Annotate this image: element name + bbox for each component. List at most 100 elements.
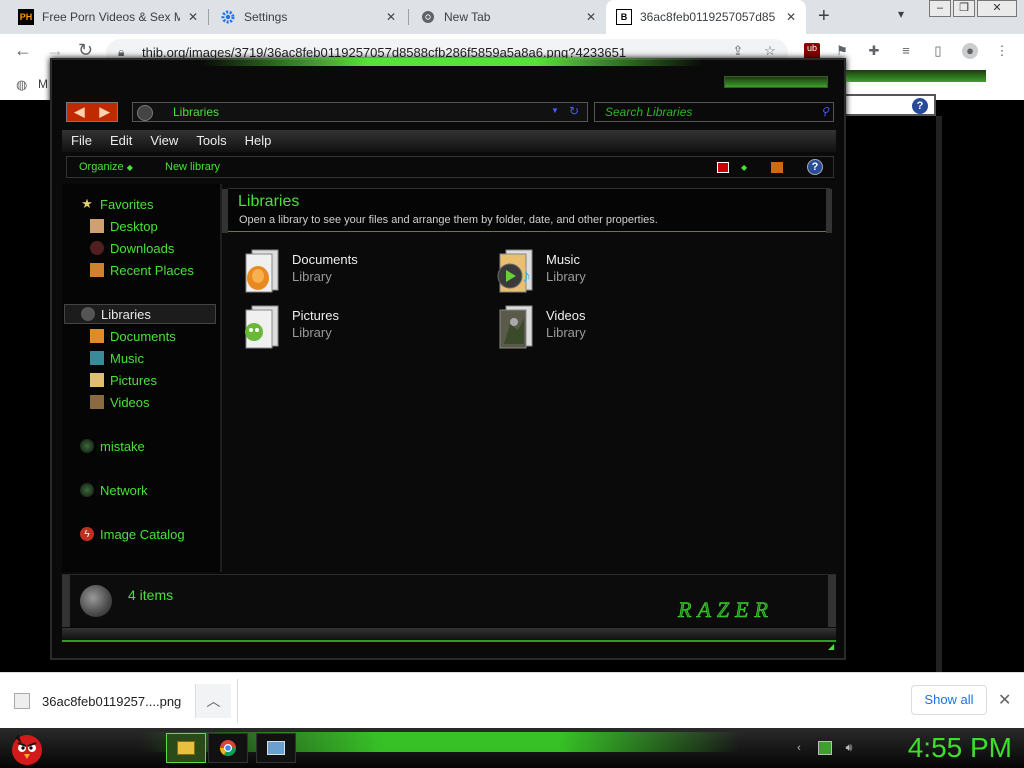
menu-kebab-icon[interactable]: ⋮ [994,43,1010,59]
download-bar: 36ac8feb0119257....png ︿ Show all ✕ [0,672,1024,728]
tab-0[interactable]: PH Free Porn Videos & Sex M ✕ [8,0,208,34]
menu-view[interactable]: View [141,130,187,152]
back-icon[interactable]: ← [14,40,32,61]
menu-edit[interactable]: Edit [101,130,141,152]
organize-button[interactable]: Organize ◆ [79,161,133,173]
menu-tools[interactable]: Tools [187,130,235,152]
bookmark-item[interactable]: M [38,77,48,91]
angry-bird-start-icon[interactable] [8,730,46,766]
share-icon[interactable]: ⇪ [730,43,746,59]
nav-network[interactable]: Network [80,480,148,500]
ublock-icon[interactable]: ub [804,43,820,59]
close-icon[interactable]: ✕ [386,10,396,24]
view-menu-diamond-icon[interactable]: ◆ [741,163,747,172]
tab-title: New Tab [444,10,491,24]
new-tab-icon[interactable]: + [818,5,830,28]
library-name: Pictures [292,308,339,323]
nav-label: Music [110,350,144,366]
close-icon[interactable]: ✕ [188,10,198,24]
status-bar [62,628,836,642]
nav-label: Videos [110,394,150,410]
dropdown-arrow-icon[interactable]: ▼ [551,106,559,115]
window-controls[interactable] [724,76,828,88]
minimize-icon[interactable]: – [929,0,951,17]
view-icon[interactable] [717,162,729,173]
restore-icon[interactable]: ❐ [953,0,975,17]
tray-chevron-icon[interactable]: ‹ [792,741,806,755]
tab-3-active[interactable]: B 36ac8feb0119257057d85 ✕ [606,0,806,34]
pictures-library-icon [245,305,279,349]
razer-logo: RAZER [677,597,769,623]
tab-title: 36ac8feb0119257057d85 [640,10,776,24]
puzzle-icon[interactable]: ✚ [866,43,882,59]
search-input[interactable]: Search Libraries ⚲ [594,102,834,122]
volume-icon[interactable]: 🔊︎ [842,741,856,755]
libraries-header: Libraries Open a library to see your fil… [222,188,832,233]
window-icon [267,741,285,755]
bookmark-star-icon[interactable]: ☆ [762,43,778,59]
search-icon[interactable]: ⚲ [821,105,829,118]
sidepanel-icon[interactable]: ▯ [930,43,946,59]
nav-label: Network [100,482,148,498]
media-icon[interactable]: ≡ [898,43,914,59]
clock[interactable]: 4:55 PM [872,730,1012,766]
library-music[interactable]: ♪ Music Library [496,248,696,298]
show-all-button[interactable]: Show all [911,685,987,715]
documents-icon [90,329,104,343]
nav-documents[interactable]: Documents [90,326,176,346]
library-videos[interactable]: Videos Library [496,304,696,354]
forward-arrow-icon[interactable]: ▶ [92,103,117,121]
library-name: Music [546,252,580,267]
close-icon[interactable]: ✕ [786,10,796,24]
nav-favorites[interactable]: ★ Favorites [80,194,153,214]
background-window-strip: ? [844,94,936,116]
menu-help[interactable]: Help [236,130,281,152]
explorer-window: ◀ ▶ Libraries ▼ ↻ Search Libraries ⚲ Fil… [50,58,986,660]
nav-libraries[interactable]: Libraries [64,304,216,324]
globe-icon: ◍ [16,77,28,92]
nav-label: Libraries [101,306,151,322]
tab-2[interactable]: New Tab ✕ [410,0,606,34]
library-pictures[interactable]: Pictures Library [242,304,442,354]
nav-label: Downloads [110,240,175,256]
address-box[interactable]: Libraries ▼ ↻ [132,102,588,122]
nav-homegroup-mistake[interactable]: mistake [80,436,145,456]
libraries-orb-icon [80,585,112,617]
close-icon[interactable]: ✕ [998,690,1011,710]
command-bar: Organize ◆ New library ◆ ? [66,156,834,178]
pane-divider[interactable] [220,184,222,572]
organize-label: Organize [79,161,124,173]
nav-videos[interactable]: Videos [90,392,150,412]
taskbar-explorer[interactable] [166,733,206,763]
back-arrow-icon[interactable]: ◀ [67,103,92,121]
close-icon[interactable]: ✕ [586,10,596,24]
library-documents[interactable]: Documents Library [242,248,442,298]
resize-grip-icon[interactable]: ◢ [828,642,834,651]
nav-desktop[interactable]: Desktop [90,216,158,236]
tab-search-icon[interactable]: ▾ [898,7,904,21]
nav-arrows[interactable]: ◀ ▶ [66,102,118,122]
taskbar-chrome[interactable] [208,733,248,763]
chevron-up-icon[interactable]: ︿ [195,684,231,718]
download-item[interactable]: 36ac8feb0119257....png [14,687,181,715]
nav-pictures[interactable]: Pictures [90,370,157,390]
nav-image-catalog[interactable]: ϟ Image Catalog [80,524,185,544]
item-count: 4 items [128,587,174,603]
profile-avatar-icon[interactable]: ● [962,43,978,59]
preview-pane-icon[interactable] [771,162,783,173]
tab-1[interactable]: Settings ✕ [210,0,406,34]
menu-file[interactable]: File [62,130,101,152]
battery-icon[interactable] [818,741,832,755]
extension-flag-icon[interactable]: ⚑ [834,43,850,59]
music-library-icon: ♪ [497,249,533,293]
nav-downloads[interactable]: Downloads [90,238,174,258]
background-window-controls [846,70,986,82]
taskbar-app[interactable] [256,733,296,763]
refresh-icon[interactable]: ↻ [569,104,579,118]
nav-recent-places[interactable]: Recent Places [90,260,194,280]
help-icon[interactable]: ? [807,159,823,175]
close-window-icon[interactable]: ✕ [977,0,1017,17]
new-library-button[interactable]: New library [165,161,220,173]
nav-music[interactable]: Music [90,348,144,368]
navigation-pane: ★ Favorites Desktop Downloads Recent Pla… [62,184,220,572]
